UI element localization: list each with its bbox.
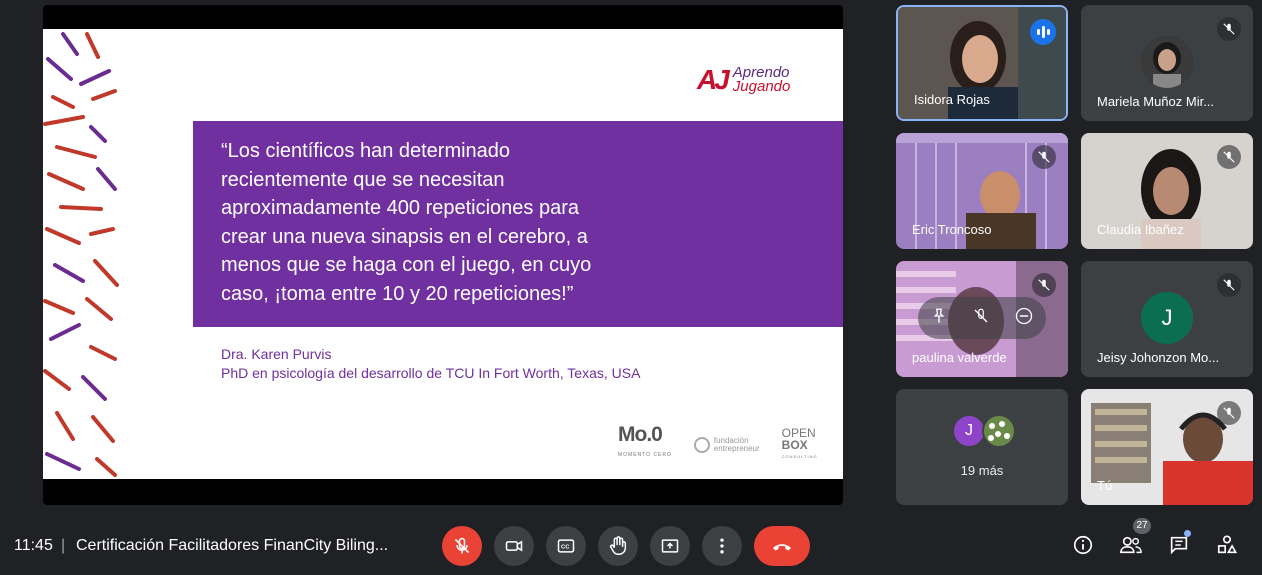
- present-button[interactable]: [650, 526, 690, 566]
- brand-mark: AJ: [697, 64, 730, 95]
- participant-name: Eric Troncoso: [912, 222, 992, 237]
- aprendo-jugando-logo: AJ Aprendo Jugando: [697, 64, 790, 96]
- pin-icon[interactable]: [930, 307, 948, 330]
- participant-tile-self[interactable]: Tú: [1081, 389, 1253, 505]
- avatar: [1141, 36, 1193, 88]
- info-icon: [1073, 535, 1093, 555]
- more-icon: [720, 538, 724, 554]
- presentation-stage: AJ Aprendo Jugando “Los científicos han …: [43, 5, 843, 505]
- mic-off-icon: [1217, 17, 1241, 41]
- captions-button[interactable]: CC: [546, 526, 586, 566]
- participant-name: Jeisy Johonzon Mo...: [1097, 350, 1220, 365]
- speaking-indicator-icon: [1030, 19, 1056, 45]
- mic-off-icon: [454, 537, 470, 554]
- quote-text: “Los científicos han determinado recient…: [221, 140, 592, 305]
- participant-tile-claudia[interactable]: Claudia Ibañez: [1081, 133, 1253, 249]
- participant-name: Isidora Rojas: [914, 92, 990, 107]
- participant-name: Tú: [1097, 478, 1113, 493]
- momento-cero-logo: Mo.0 MOMENTO CERO: [618, 423, 672, 458]
- mic-off-icon: [1217, 145, 1241, 169]
- separator: |: [61, 537, 66, 554]
- ring-icon: [693, 437, 710, 453]
- presentation-slide: AJ Aprendo Jugando “Los científicos han …: [43, 29, 843, 479]
- author-name: Dra. Karen Purvis: [221, 346, 332, 362]
- captions-icon: CC: [557, 539, 575, 553]
- people-icon: [1120, 536, 1142, 554]
- participant-tile-isidora[interactable]: Isidora Rojas: [896, 5, 1068, 121]
- more-participants-tile[interactable]: J 19 más: [896, 389, 1068, 505]
- quote-author: Dra. Karen Purvis PhD en psicología del …: [221, 345, 640, 383]
- participant-name: Mariela Muñoz Mir...: [1097, 94, 1215, 109]
- activities-button[interactable]: [1212, 530, 1242, 560]
- slide-decoration: [43, 32, 119, 477]
- chat-icon: [1170, 536, 1188, 555]
- meeting-details-button[interactable]: [1068, 530, 1098, 560]
- camera-toggle-button[interactable]: [494, 526, 534, 566]
- author-title: PhD en psicología del desarrollo de TCU …: [221, 365, 641, 381]
- more-options-button[interactable]: [702, 526, 742, 566]
- tile-hover-controls: [918, 297, 1046, 339]
- sponsor-logos: Mo.0 MOMENTO CERO fundación entrepreneur…: [618, 423, 818, 465]
- mic-toggle-button[interactable]: [442, 526, 482, 566]
- participant-count-badge: 27: [1133, 518, 1151, 534]
- mic-off-icon: [1217, 273, 1241, 297]
- present-icon: [661, 539, 679, 553]
- participant-name: paulina valverde: [912, 350, 1007, 365]
- participant-name: Claudia Ibañez: [1097, 222, 1184, 237]
- meeting-title: Certificación Facilitadores FinanCity Bi…: [76, 537, 389, 554]
- chat-notification-dot: [1184, 530, 1191, 537]
- bottom-bar: 11:45 | Certificación Facilitadores Fina…: [0, 512, 1262, 575]
- participant-tile-mariela[interactable]: Mariela Muñoz Mir...: [1081, 5, 1253, 121]
- mic-off-icon: [1032, 273, 1056, 297]
- remove-icon[interactable]: [1014, 306, 1034, 331]
- participant-tile-jeisy[interactable]: J Jeisy Johonzon Mo...: [1081, 261, 1253, 377]
- brand-line-2: Jugando: [732, 78, 791, 95]
- clock: 11:45: [14, 537, 53, 554]
- avatar: J: [1141, 292, 1193, 344]
- raise-hand-icon: [609, 536, 627, 555]
- avatar-flowers: [982, 414, 1016, 448]
- mic-off-icon: [1032, 145, 1056, 169]
- participant-tile-paulina[interactable]: paulina valverde: [896, 261, 1068, 377]
- more-participants-label: 19 más: [960, 463, 1004, 478]
- people-button[interactable]: [1116, 530, 1146, 560]
- quote-box: “Los científicos han determinado recient…: [193, 121, 843, 327]
- camera-icon: [505, 540, 523, 552]
- fundacion-entrepreneur-logo: fundación entrepreneur: [693, 437, 760, 453]
- activities-icon: [1217, 535, 1238, 554]
- mute-participant-icon[interactable]: [972, 307, 990, 330]
- svg-text:CC: CC: [561, 545, 570, 551]
- hangup-icon: [773, 544, 791, 551]
- mic-off-icon: [1217, 401, 1241, 425]
- open-box-logo: OPEN BOX CONSULTING: [781, 426, 818, 459]
- leave-call-button[interactable]: [754, 526, 810, 566]
- raise-hand-button[interactable]: [598, 526, 638, 566]
- participant-tile-eric[interactable]: Eric Troncoso: [896, 133, 1068, 249]
- avatar: J: [952, 414, 986, 448]
